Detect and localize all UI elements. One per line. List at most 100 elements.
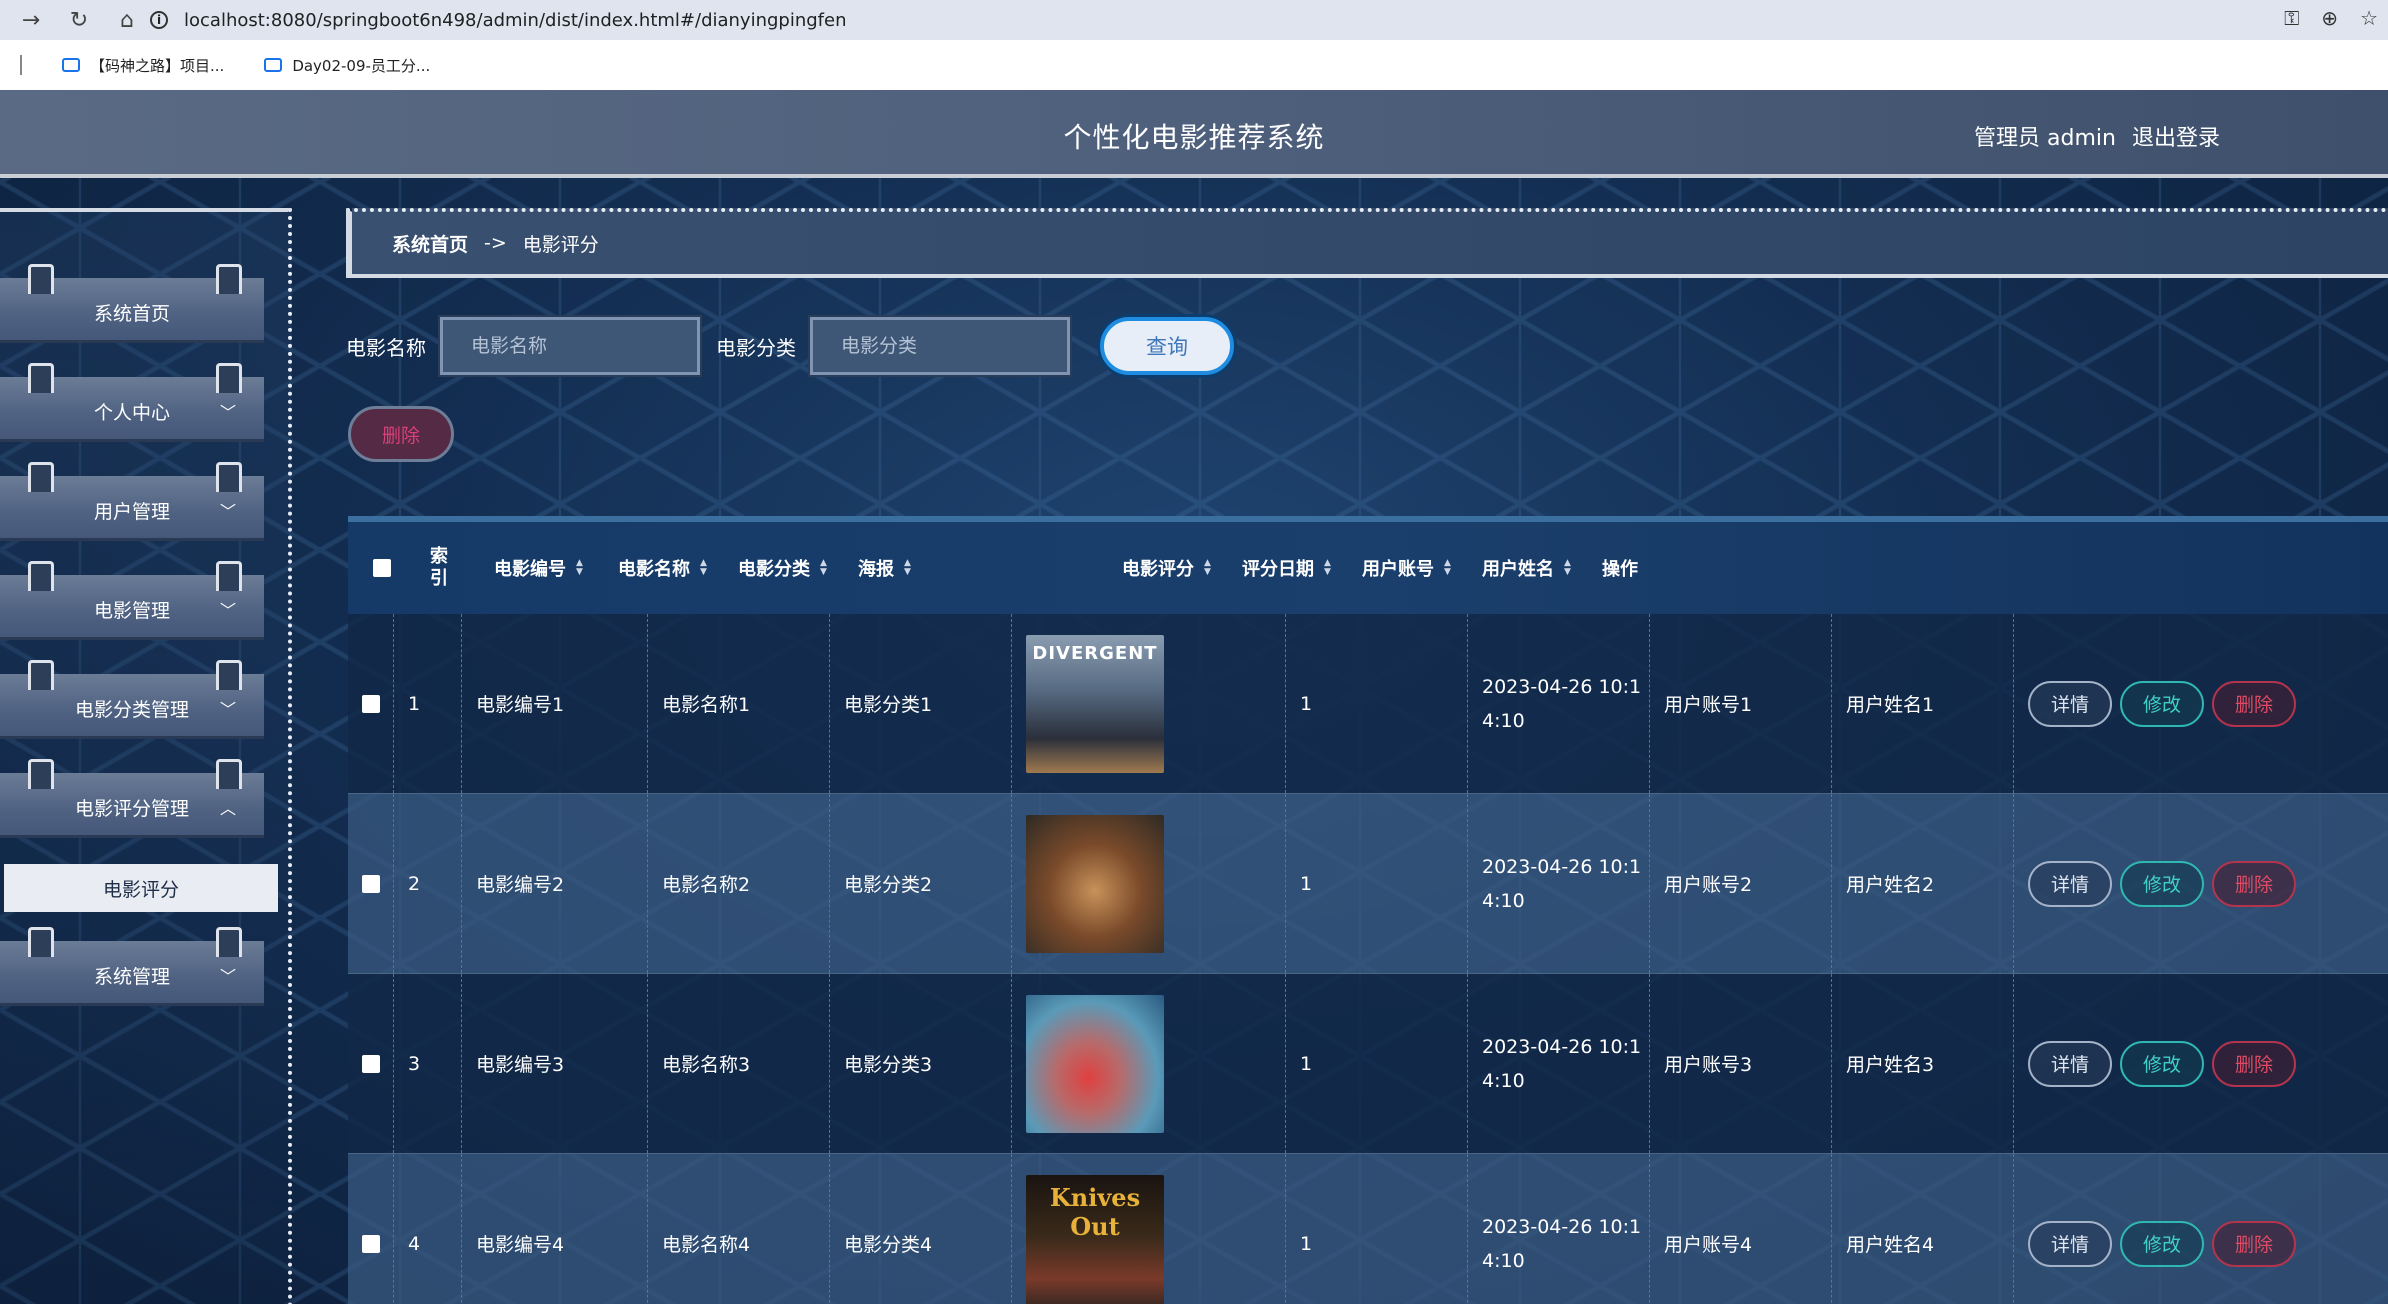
clip-icon (28, 927, 54, 957)
movie-category-label: 电影分类 (716, 335, 796, 360)
chevron-down-icon: ﹀ (219, 502, 236, 521)
browser-toolbar: → ↻ ⌂ i localhost:8080/springboot6n498/a… (0, 0, 2388, 40)
reload-icon[interactable]: ↻ (62, 3, 96, 37)
row-select[interactable] (348, 1154, 394, 1304)
sort-icon[interactable]: ▲ ▼ (1324, 559, 1331, 577)
row-checkbox[interactable] (361, 1054, 380, 1073)
cell-rating: 1 (1286, 614, 1468, 793)
header-poster[interactable]: 海报 ▲ ▼ (844, 522, 1108, 614)
row-select[interactable] (348, 974, 394, 1153)
cell-category: 电影分类4 (830, 1154, 1012, 1304)
clip-icon (28, 561, 54, 591)
query-button[interactable]: 查询 (1100, 317, 1234, 375)
forward-icon[interactable]: → (14, 3, 48, 37)
edit-button[interactable]: 修改 (2120, 860, 2204, 907)
delete-button[interactable]: 删除 (2212, 1040, 2296, 1087)
cell-username: 用户姓名1 (1832, 614, 2014, 793)
cell-date: 2023-04-26 10:1 4:10 (1468, 1154, 1650, 1304)
zoom-icon[interactable]: ⊕ (2321, 6, 2338, 30)
sort-icon[interactable]: ▲ ▼ (1564, 559, 1571, 577)
batch-delete-button[interactable]: 删除 (348, 406, 454, 462)
header-movie-no[interactable]: 电影编号 ▲ ▼ (480, 522, 604, 614)
table-row: 4 电影编号4 电影名称4 电影分类4 Knives Out 1 2023-04… (348, 1154, 2388, 1304)
date-text: 2023-04-26 10:1 (1482, 675, 1642, 698)
chevron-down-icon: ﹀ (219, 601, 236, 620)
edit-button[interactable]: 修改 (2120, 680, 2204, 727)
header-select-all[interactable] (348, 522, 416, 614)
cell-date: 2023-04-26 10:1 4:10 (1468, 794, 1650, 973)
header-rating[interactable]: 电影评分 ▲ ▼ (1108, 522, 1228, 614)
movie-category-input[interactable] (808, 315, 1072, 377)
cell-rating: 1 (1286, 1154, 1468, 1304)
cell-movie-name: 电影名称1 (648, 614, 830, 793)
cell-username: 用户姓名4 (1832, 1154, 2014, 1304)
header-category[interactable]: 电影分类 ▲ ▼ (724, 522, 844, 614)
delete-button[interactable]: 删除 (2212, 1220, 2296, 1267)
cell-movie-no: 电影编号2 (462, 794, 648, 973)
home-icon[interactable]: ⌂ (110, 3, 144, 37)
row-checkbox[interactable] (361, 874, 380, 893)
header-date[interactable]: 评分日期 ▲ ▼ (1228, 522, 1348, 614)
row-checkbox[interactable] (361, 1234, 380, 1253)
breadcrumb-home[interactable]: 系统首页 (392, 230, 468, 257)
sort-icon[interactable]: ▲ ▼ (1204, 559, 1211, 577)
delete-button[interactable]: 删除 (2212, 680, 2296, 727)
row-select[interactable] (348, 794, 394, 973)
detail-button[interactable]: 详情 (2028, 1220, 2112, 1267)
poster-image[interactable]: DIVERGENT (1026, 634, 1164, 773)
cell-ops: 详情 修改 删除 (2014, 974, 2388, 1153)
key-icon[interactable]: ⚿ (2284, 6, 2299, 30)
cell-index: 1 (394, 614, 462, 793)
cell-category: 电影分类3 (830, 974, 1012, 1153)
sidebar-item-movie-management[interactable]: 电影管理 ﹀ (0, 561, 264, 637)
row-select[interactable] (348, 614, 394, 793)
cell-poster (1012, 974, 1286, 1153)
poster-title: Knives Out (1049, 1182, 1141, 1241)
poster-image[interactable] (1026, 994, 1164, 1133)
cell-movie-name: 电影名称2 (648, 794, 830, 973)
edit-button[interactable]: 修改 (2120, 1040, 2204, 1087)
sidebar-subitem-movie-rating[interactable]: 电影评分 (4, 864, 278, 912)
cell-movie-no: 电影编号3 (462, 974, 648, 1153)
user-label: 管理员 admin (1974, 126, 2116, 151)
sort-icon[interactable]: ▲ ▼ (820, 559, 827, 577)
poster-image[interactable]: Knives Out (1026, 1174, 1164, 1304)
edit-button[interactable]: 修改 (2120, 1220, 2204, 1267)
sidebar-item-rating-management[interactable]: 电影评分管理 ︿ (0, 759, 264, 835)
header-movie-name[interactable]: 电影名称 ▲ ▼ (604, 522, 724, 614)
bookmark-item[interactable]: Day02-09-员工分... (264, 55, 430, 76)
row-checkbox[interactable] (361, 694, 380, 713)
bookmark-item[interactable]: 【码神之路】项目... (62, 55, 224, 76)
sidebar-item-category-management[interactable]: 电影分类管理 ﹀ (0, 660, 264, 736)
detail-button[interactable]: 详情 (2028, 680, 2112, 727)
header-label: 操作 (1602, 559, 1638, 580)
sort-icon[interactable]: ▲ ▼ (576, 559, 583, 577)
sidebar-item-label: 系统管理 (93, 966, 170, 988)
site-info-icon[interactable]: i (150, 11, 168, 29)
header-username[interactable]: 用户姓名 ▲ ▼ (1468, 522, 1588, 614)
logout-link[interactable]: 退出登录 (2132, 120, 2220, 152)
date-text: 2023-04-26 10:1 (1482, 1035, 1642, 1058)
address-bar[interactable]: i localhost:8080/springboot6n498/admin/d… (150, 4, 2270, 36)
detail-button[interactable]: 详情 (2028, 860, 2112, 907)
chevron-up-icon: ︿ (219, 799, 236, 818)
movie-name-label: 电影名称 (346, 335, 426, 360)
movie-name-input[interactable] (438, 315, 702, 377)
sidebar-item-home[interactable]: 系统首页 (0, 264, 264, 340)
detail-button[interactable]: 详情 (2028, 1040, 2112, 1087)
date-text: 4:10 (1482, 1249, 1525, 1272)
header-index-label: 索引 (430, 546, 448, 589)
sort-icon[interactable]: ▲ ▼ (1444, 559, 1451, 577)
sort-icon[interactable]: ▲ ▼ (700, 559, 707, 577)
sidebar-item-system-management[interactable]: 系统管理 ﹀ (0, 927, 264, 1003)
sidebar-item-user-management[interactable]: 用户管理 ﹀ (0, 462, 264, 538)
cell-account: 用户账号3 (1650, 974, 1832, 1153)
date-text: 2023-04-26 10:1 (1482, 855, 1642, 878)
select-all-checkbox[interactable] (373, 559, 391, 577)
delete-button[interactable]: 删除 (2212, 860, 2296, 907)
star-icon[interactable]: ☆ (2360, 6, 2378, 30)
poster-image[interactable] (1026, 814, 1164, 953)
sort-icon[interactable]: ▲ ▼ (904, 559, 911, 577)
sidebar-item-personal-center[interactable]: 个人中心 ﹀ (0, 363, 264, 439)
header-account[interactable]: 用户账号 ▲ ▼ (1348, 522, 1468, 614)
